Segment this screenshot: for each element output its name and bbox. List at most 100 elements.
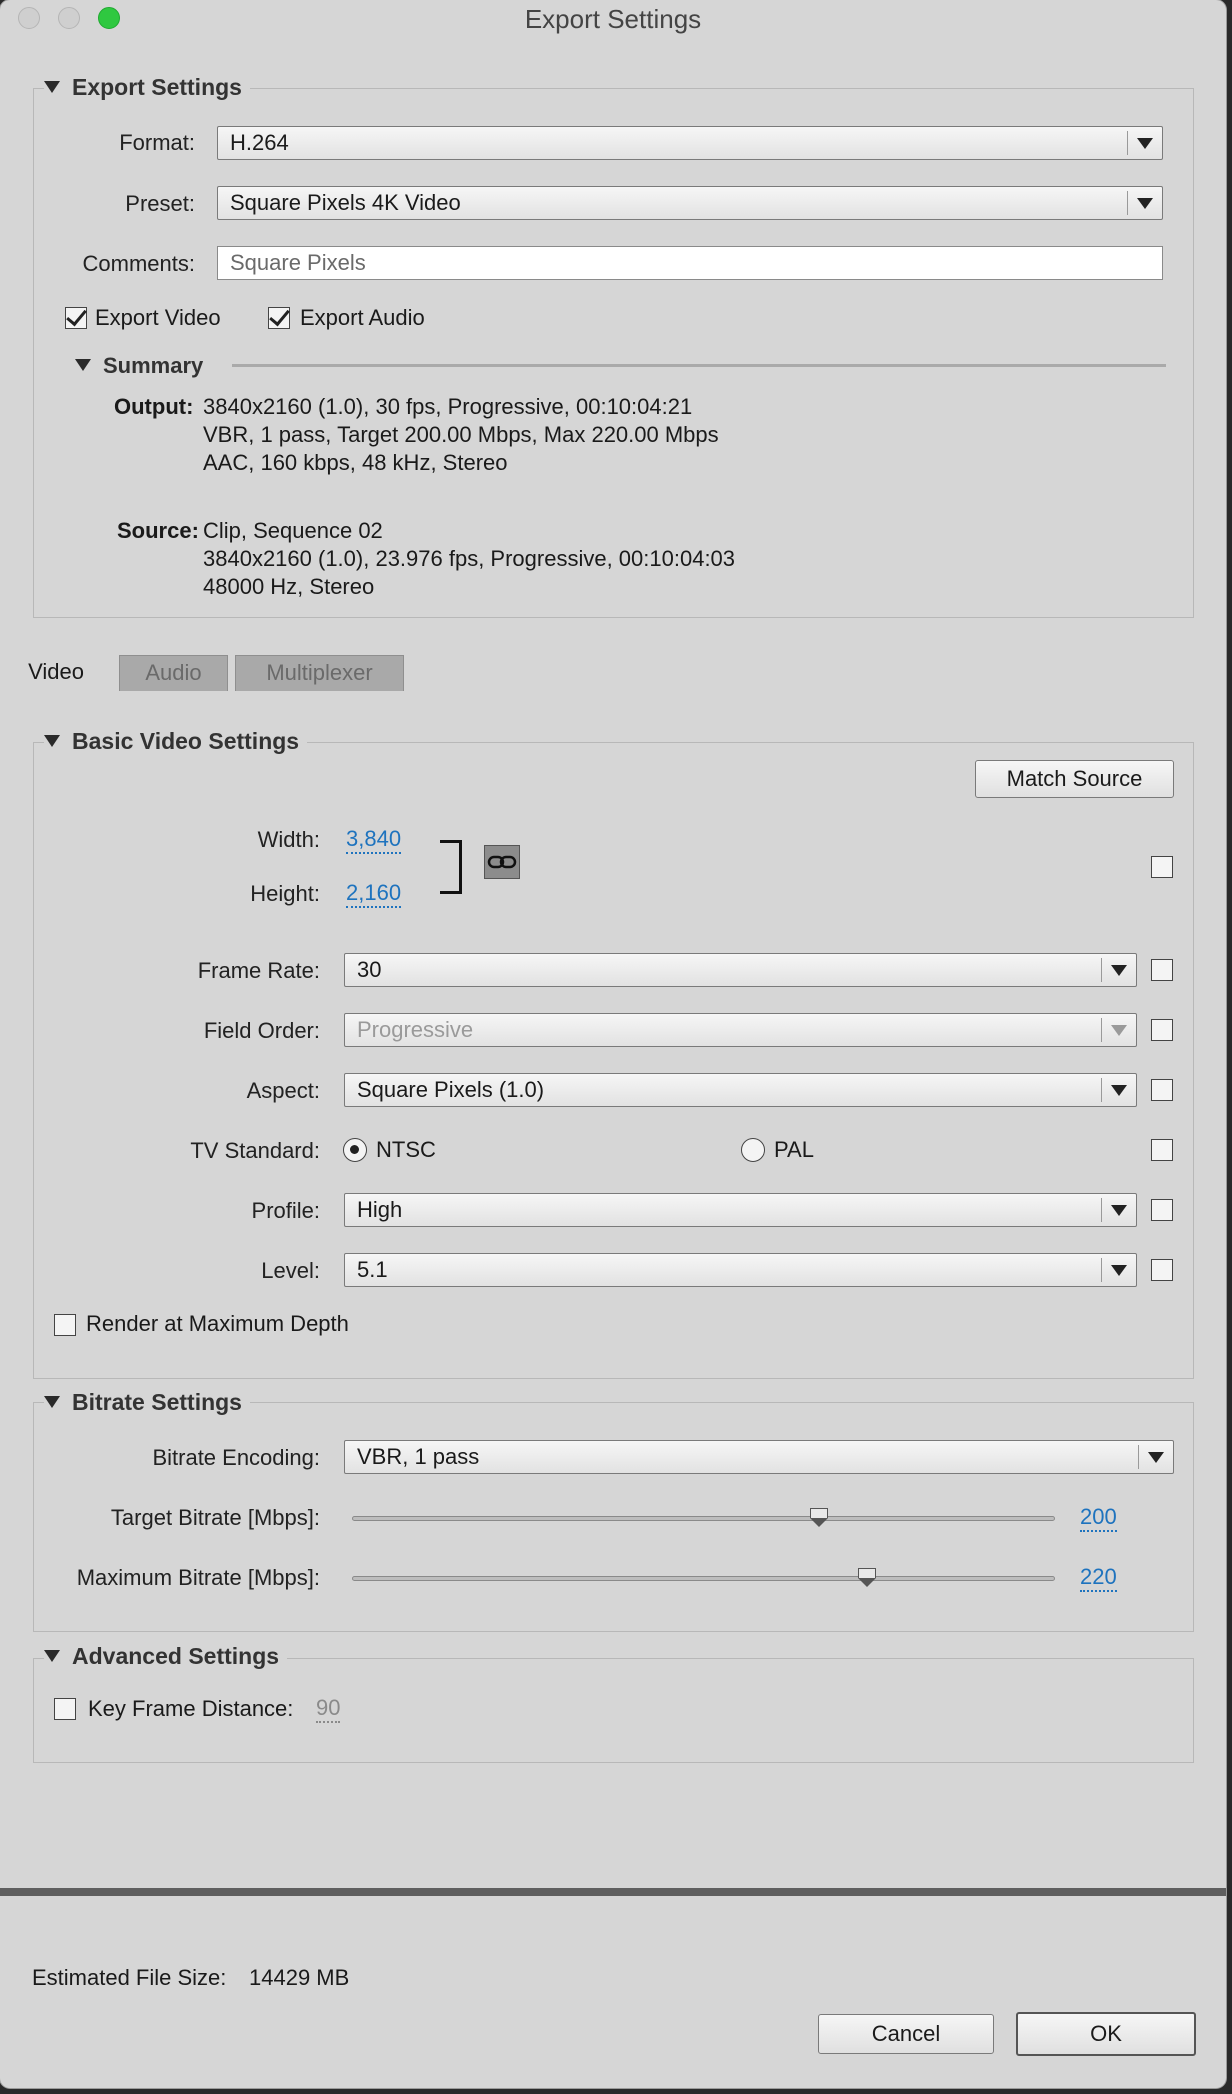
render-max-depth-label[interactable]: Render at Maximum Depth [86,1311,349,1337]
preset-label: Preset: [125,191,195,216]
level-label: Level: [261,1258,320,1283]
chevron-down-icon [1101,1018,1136,1042]
tab-multiplexer[interactable]: Multiplexer [235,655,404,691]
width-value[interactable]: 3,840 [346,826,402,854]
preset-value: Square Pixels 4K Video [230,190,461,215]
height-label: Height: [250,881,320,906]
format-value: H.264 [230,130,289,155]
field-order-match-checkbox[interactable] [1151,1019,1173,1041]
export-audio-label[interactable]: Export Audio [300,305,425,331]
export-video-label[interactable]: Export Video [95,305,221,331]
preset-dropdown[interactable]: Square Pixels 4K Video [217,186,1163,220]
output-line-2: VBR, 1 pass, Target 200.00 Mbps, Max 220… [203,422,719,447]
tv-ntsc-label[interactable]: NTSC [376,1137,436,1163]
target-bitrate-label: Target Bitrate [Mbps]: [110,1505,320,1530]
chevron-down-icon [1138,1445,1173,1469]
tab-video[interactable]: Video [8,655,104,691]
bottom-divider [0,1888,1226,1896]
estimated-file-size-label: Estimated File Size: [32,1965,227,1990]
keyframe-distance-checkbox[interactable] [54,1698,76,1720]
format-label: Format: [119,130,195,155]
comments-label: Comments: [82,251,195,276]
estimated-file-size-value: 14429 MB [249,1965,350,1990]
frame-rate-dropdown[interactable]: 30 [344,953,1137,987]
summary-heading: Summary [103,353,204,378]
level-value: 5.1 [357,1257,388,1282]
tab-audio[interactable]: Audio [119,655,228,691]
basic-video-heading: Basic Video Settings [72,728,300,754]
max-bitrate-slider[interactable] [352,1576,1055,1581]
bitrate-encoding-dropdown[interactable]: VBR, 1 pass [344,1440,1174,1474]
format-dropdown[interactable]: H.264 [217,126,1163,160]
output-line-1: 3840x2160 (1.0), 30 fps, Progressive, 00… [203,394,693,419]
source-line-1: Clip, Sequence 02 [203,518,383,543]
field-order-value: Progressive [357,1017,474,1042]
constrain-proportions-button[interactable] [484,845,520,879]
triangle-down-icon [44,1650,60,1662]
title-bar: Export Settings [0,0,1226,38]
bitrate-encoding-label: Bitrate Encoding: [152,1445,320,1470]
tv-ntsc-radio[interactable] [343,1138,367,1162]
triangle-down-icon [44,1396,60,1408]
field-order-dropdown: Progressive [344,1013,1137,1047]
chevron-down-icon [1101,1198,1136,1222]
height-value[interactable]: 2,160 [346,880,402,908]
aspect-label: Aspect: [246,1078,320,1103]
advanced-header[interactable]: Advanced Settings [44,1643,288,1670]
frame-rate-value: 30 [357,957,382,982]
bitrate-header[interactable]: Bitrate Settings [44,1389,250,1416]
advanced-heading: Advanced Settings [72,1643,280,1669]
aspect-value: Square Pixels (1.0) [357,1077,545,1102]
window-title: Export Settings [524,4,702,34]
field-order-label: Field Order: [203,1018,320,1043]
keyframe-distance-label[interactable]: Key Frame Distance: [88,1696,293,1722]
target-bitrate-slider-handle[interactable] [810,1508,829,1528]
aspect-lock-bracket [440,840,462,894]
level-dropdown[interactable]: 5.1 [344,1253,1137,1287]
frame-rate-match-checkbox[interactable] [1151,959,1173,981]
keyframe-distance-value[interactable]: 90 [316,1695,341,1723]
triangle-down-icon [75,359,91,371]
max-bitrate-slider-handle[interactable] [857,1568,876,1588]
target-bitrate-value[interactable]: 200 [1080,1504,1117,1532]
target-bitrate-slider[interactable] [352,1516,1055,1521]
width-label: Width: [257,827,320,852]
aspect-match-checkbox[interactable] [1151,1079,1173,1101]
export-audio-checkbox[interactable] [268,307,290,329]
triangle-down-icon [44,735,60,747]
chevron-down-icon [1101,958,1136,982]
summary-header[interactable]: Summary [75,353,212,379]
match-source-button[interactable]: Match Source [975,760,1174,798]
max-bitrate-label: Maximum Bitrate [Mbps]: [76,1565,320,1590]
render-max-depth-checkbox[interactable] [54,1314,76,1336]
chevron-down-icon [1127,131,1162,155]
level-match-checkbox[interactable] [1151,1259,1173,1281]
output-line-3: AAC, 160 kbps, 48 kHz, Stereo [203,450,508,475]
output-label: Output: [114,394,194,419]
tv-standard-label: TV Standard: [190,1138,320,1163]
width-height-match-checkbox[interactable] [1151,856,1173,878]
cancel-button[interactable]: Cancel [818,2014,994,2054]
export-settings-header[interactable]: Export Settings [44,74,250,101]
bitrate-encoding-value: VBR, 1 pass [357,1444,480,1469]
summary-divider [232,364,1166,367]
export-settings-heading: Export Settings [72,74,242,100]
ok-button[interactable]: OK [1016,2012,1196,2056]
bitrate-heading: Bitrate Settings [72,1389,242,1415]
tv-pal-radio[interactable] [741,1138,765,1162]
source-line-2: 3840x2160 (1.0), 23.976 fps, Progressive… [203,546,736,571]
tv-pal-label[interactable]: PAL [774,1137,814,1163]
tv-standard-match-checkbox[interactable] [1151,1139,1173,1161]
comments-field[interactable]: Square Pixels [217,246,1163,280]
profile-dropdown[interactable]: High [344,1193,1137,1227]
triangle-down-icon [44,81,60,93]
export-settings-window: Export Settings Export Settings Format: … [0,0,1226,2088]
basic-video-header[interactable]: Basic Video Settings [44,728,308,755]
profile-match-checkbox[interactable] [1151,1199,1173,1221]
chain-link-icon [487,855,517,869]
max-bitrate-value[interactable]: 220 [1080,1564,1117,1592]
export-video-checkbox[interactable] [65,307,87,329]
chevron-down-icon [1101,1078,1136,1102]
aspect-dropdown[interactable]: Square Pixels (1.0) [344,1073,1137,1107]
chevron-down-icon [1101,1258,1136,1282]
